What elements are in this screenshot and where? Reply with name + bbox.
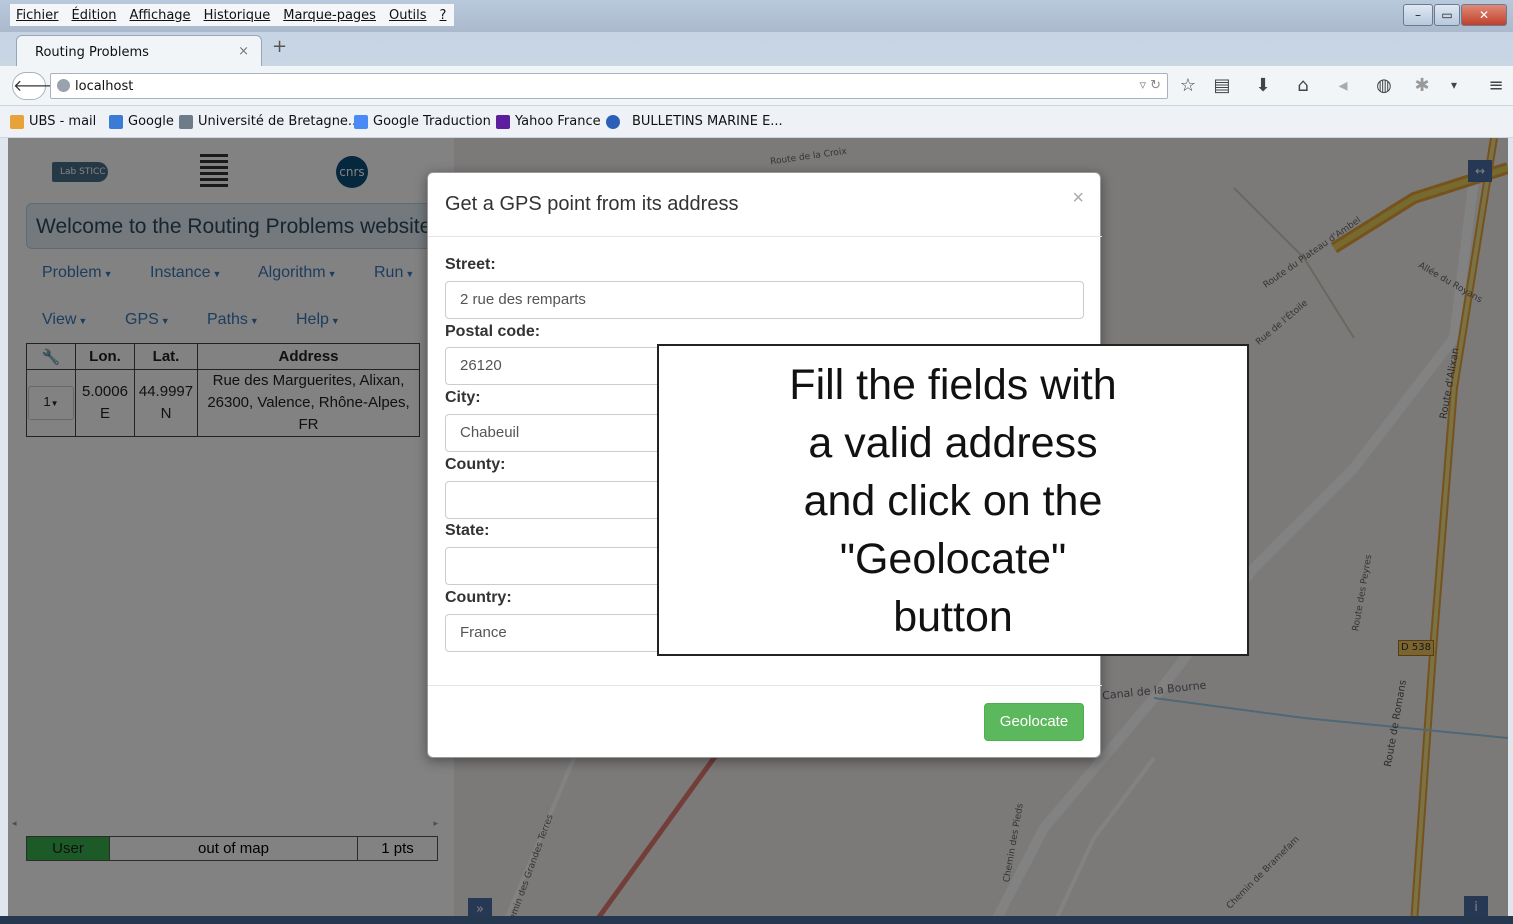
- bookmark-star-icon[interactable]: ☆: [1174, 75, 1202, 96]
- tab-close-icon[interactable]: ×: [238, 44, 249, 59]
- menu-historique[interactable]: Historique: [204, 8, 271, 23]
- url-bar[interactable]: localhost ▿ ↻: [50, 73, 1168, 99]
- city-label: City:: [445, 389, 481, 406]
- taskbar: [0, 916, 1513, 924]
- addon-icon[interactable]: ◍: [1370, 75, 1398, 96]
- tab-routing-problems[interactable]: Routing Problems ×: [16, 35, 262, 66]
- bookmark-label: BULLETINS MARINE E...: [632, 114, 783, 129]
- county-label: County:: [445, 456, 506, 473]
- bookmark-label: UBS - mail: [29, 114, 97, 129]
- instruction-callout: Fill the fields with a valid address and…: [657, 344, 1249, 656]
- translate-icon: [354, 114, 368, 129]
- callout-line: and click on the: [803, 477, 1103, 525]
- universite-icon: [179, 114, 193, 129]
- url-text: localhost: [75, 79, 134, 94]
- modal-footer: [428, 685, 1102, 686]
- menu-help[interactable]: ?: [440, 8, 447, 23]
- callout-line: Fill the fields with: [789, 361, 1117, 409]
- page-content: Lab STICC cnrs Welcome to the Routing Pr…: [8, 138, 1508, 924]
- callout-line: button: [893, 593, 1013, 641]
- bookmarks-bar: UBS - mail Google Université de Bretagne…: [0, 106, 1513, 138]
- menu-bar: Fichier Édition Affichage Historique Mar…: [0, 0, 1513, 32]
- bookmark-ubs-mail[interactable]: UBS - mail: [10, 114, 96, 129]
- street-label: Street:: [445, 256, 496, 273]
- modal-close-button[interactable]: ×: [1072, 187, 1084, 210]
- callout-line: a valid address: [808, 419, 1098, 467]
- bookmark-label: Yahoo France: [515, 114, 601, 129]
- extension-icon[interactable]: ✱: [1408, 75, 1436, 96]
- nav-bar: 🡐 localhost ▿ ↻ ☆ ▤ ⬇ ⌂ ◂ ◍ ✱ ▾ ≡: [0, 66, 1513, 106]
- ubs-icon: [10, 114, 24, 129]
- bookmark-yahoo[interactable]: Yahoo France: [496, 114, 601, 129]
- send-icon[interactable]: ◂: [1329, 75, 1357, 96]
- reading-list-icon[interactable]: ▤: [1208, 75, 1236, 96]
- yahoo-icon: [496, 114, 510, 129]
- postal-code-label: Postal code:: [445, 323, 541, 340]
- chevron-down-icon[interactable]: ▾: [1440, 78, 1468, 92]
- tab-strip: Routing Problems × +: [0, 32, 1513, 66]
- menu-outils[interactable]: Outils: [389, 8, 427, 23]
- menu-affichage[interactable]: Affichage: [129, 8, 190, 23]
- meteo-icon: [606, 114, 620, 129]
- menu-marque-pages[interactable]: Marque-pages: [283, 8, 376, 23]
- bookmark-bulletins-marine[interactable]: BULLETINS MARINE E...: [606, 114, 783, 129]
- modal-title: Get a GPS point from its address: [428, 173, 1102, 237]
- home-icon[interactable]: ⌂: [1289, 75, 1317, 96]
- menu-list: Fichier Édition Affichage Historique Mar…: [10, 4, 455, 26]
- tab-title: Routing Problems: [35, 45, 149, 60]
- callout-line: "Geolocate": [839, 535, 1067, 583]
- bookmark-universite[interactable]: Université de Bretagne...: [179, 114, 360, 129]
- geolocate-button[interactable]: Geolocate: [984, 703, 1084, 741]
- menu-edition[interactable]: Édition: [72, 8, 117, 23]
- bookmark-google[interactable]: Google: [109, 114, 174, 129]
- bookmark-label: Google Traduction: [373, 114, 491, 129]
- bookmark-google-traduction[interactable]: Google Traduction: [354, 114, 491, 129]
- state-label: State:: [445, 522, 490, 539]
- back-button[interactable]: 🡐: [12, 72, 56, 100]
- menu-fichier[interactable]: Fichier: [16, 8, 59, 23]
- country-label: Country:: [445, 589, 512, 606]
- close-window-button[interactable]: ✕: [1461, 4, 1507, 26]
- download-icon[interactable]: ⬇: [1249, 75, 1277, 96]
- minimize-button[interactable]: –: [1403, 4, 1433, 26]
- reload-icon[interactable]: ▿ ↻: [1139, 78, 1161, 93]
- hamburger-menu-icon[interactable]: ≡: [1482, 75, 1510, 96]
- bookmark-label: Google: [128, 114, 174, 129]
- bookmark-label: Université de Bretagne...: [198, 114, 361, 129]
- globe-icon: [57, 79, 70, 92]
- street-field[interactable]: 2 rue des remparts: [445, 281, 1084, 319]
- google-icon: [109, 114, 123, 129]
- new-tab-button[interactable]: +: [272, 36, 287, 57]
- maximize-button[interactable]: ▭: [1434, 4, 1460, 26]
